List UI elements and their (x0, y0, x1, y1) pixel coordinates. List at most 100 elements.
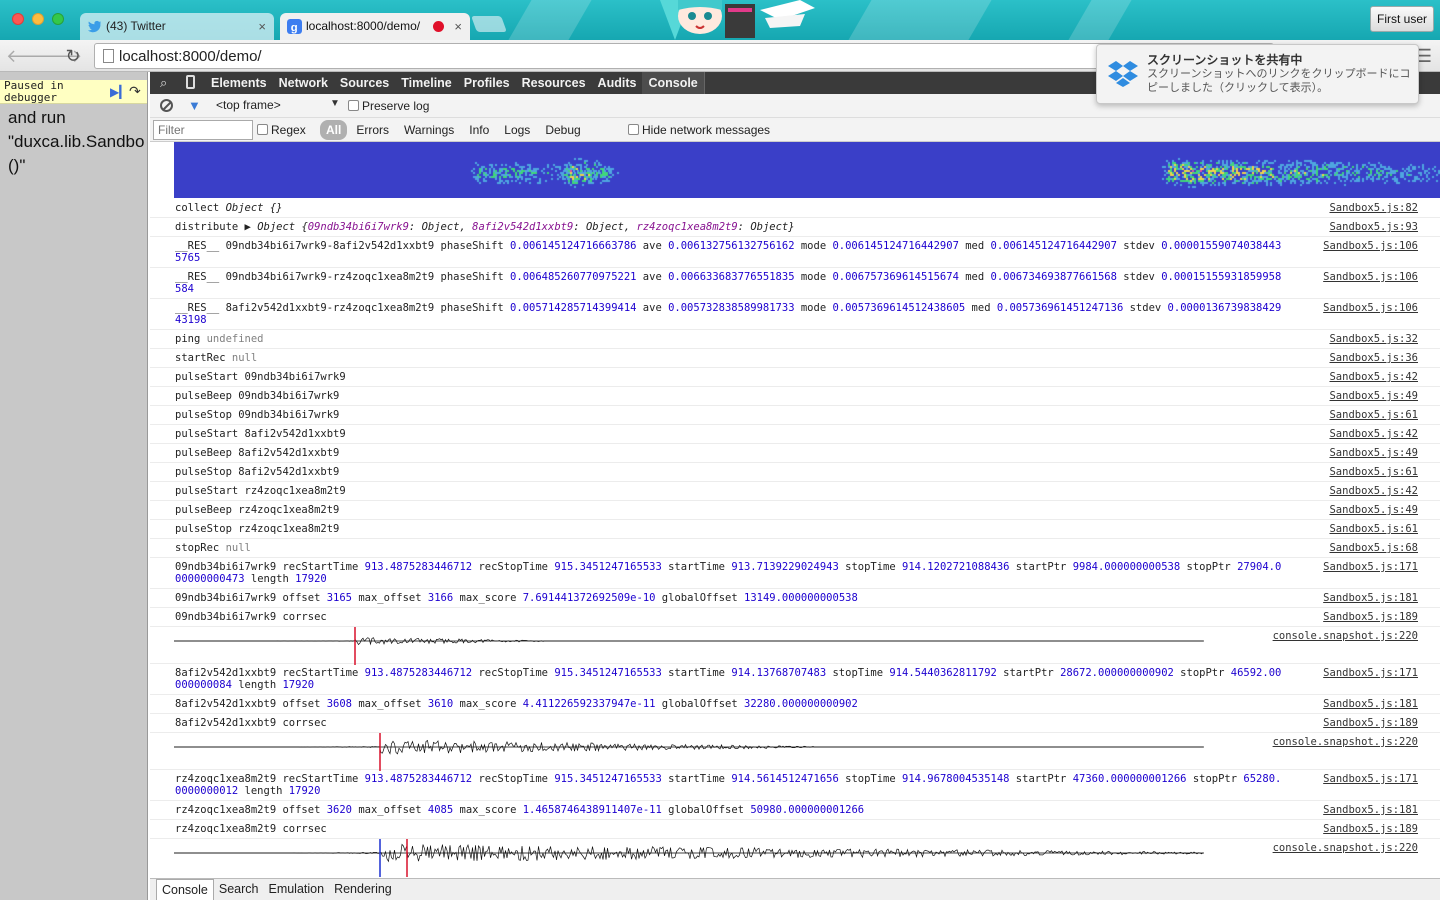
tab-localhost-demo[interactable]: g localhost:8000/demo/ × (280, 13, 470, 40)
source-link[interactable]: Sandbox5.js:49 (1329, 504, 1418, 516)
tab-resources[interactable]: Resources (516, 72, 592, 94)
source-link[interactable]: Sandbox5.js:171 (1323, 773, 1418, 785)
source-link[interactable]: Sandbox5.js:189 (1323, 611, 1418, 623)
source-link[interactable]: console.snapshot.js:220 (1273, 736, 1418, 748)
source-link[interactable]: Sandbox5.js:42 (1329, 371, 1418, 383)
tab-timeline[interactable]: Timeline (395, 72, 457, 94)
source-link[interactable]: Sandbox5.js:106 (1323, 271, 1418, 283)
source-link[interactable]: Sandbox5.js:181 (1323, 804, 1418, 816)
tab-close-icon[interactable]: × (258, 13, 266, 40)
drawer-tab-emulation[interactable]: Emulation (263, 879, 329, 900)
window-titlebar: (43) Twitter × g localhost:8000/demo/ × … (0, 0, 1440, 40)
filter-icon[interactable]: ▼ (188, 98, 201, 113)
url-text[interactable]: localhost:8000/demo/ (119, 48, 262, 65)
source-link[interactable]: Sandbox5.js:189 (1323, 823, 1418, 835)
level-errors[interactable]: Errors (350, 120, 395, 140)
message-part: med (958, 240, 991, 252)
message-part: 915.3451247165533 (554, 561, 662, 573)
source-link[interactable]: Sandbox5.js:93 (1329, 221, 1418, 233)
filter-input[interactable] (153, 120, 253, 140)
resume-icon[interactable]: ▶▎ (110, 85, 128, 99)
reload-icon[interactable]: ↻ (62, 45, 84, 67)
window-zoom-button[interactable] (52, 13, 64, 25)
source-link[interactable]: Sandbox5.js:68 (1329, 542, 1418, 554)
console-row: pulseStop 09ndb34bi6i7wrk9 Sandbox5.js:61 (150, 406, 1440, 425)
source-link[interactable]: Sandbox5.js:189 (1323, 717, 1418, 729)
tab-twitter[interactable]: (43) Twitter × (80, 13, 274, 40)
theme-decoration (848, 0, 992, 40)
message-part: 915.3451247165533 (554, 667, 662, 679)
tab-audits[interactable]: Audits (592, 72, 643, 94)
tab-profiles[interactable]: Profiles (458, 72, 516, 94)
source-link[interactable]: Sandbox5.js:106 (1323, 240, 1418, 252)
theme-character-art (660, 0, 815, 40)
message-part: 17920 (282, 679, 315, 691)
tab-elements[interactable]: Elements (205, 72, 273, 94)
message-part: max_score (453, 592, 523, 604)
drawer-tab-console[interactable]: Console (156, 879, 214, 900)
source-link[interactable]: console.snapshot.js:220 (1273, 842, 1418, 854)
source-link[interactable]: Sandbox5.js:36 (1329, 352, 1418, 364)
level-logs[interactable]: Logs (498, 120, 536, 140)
search-icon[interactable]: ⌕ (160, 75, 167, 91)
console-message: distribute ▶ Object {09ndb34bi6i7wrk9: O… (175, 221, 1285, 233)
hide-network-checkbox[interactable]: Hide network messages (628, 123, 770, 137)
source-link[interactable]: Sandbox5.js:61 (1329, 523, 1418, 535)
window-minimize-button[interactable] (32, 13, 44, 25)
forward-arrow-icon[interactable]: 🡒 (34, 45, 82, 67)
source-link[interactable]: Sandbox5.js:82 (1329, 202, 1418, 214)
console-row: 8afi2v542d1xxbt9 recStartTime 913.487528… (150, 664, 1440, 695)
source-link[interactable]: Sandbox5.js:181 (1323, 698, 1418, 710)
source-link[interactable]: Sandbox5.js:32 (1329, 333, 1418, 345)
clear-console-icon[interactable] (160, 99, 173, 112)
message-part: mode (794, 271, 833, 283)
step-over-icon[interactable]: ↷ (129, 83, 141, 100)
console-message: 09ndb34bi6i7wrk9 offset 3165 max_offset … (175, 592, 1285, 604)
preserve-log-checkbox[interactable]: Preserve log (348, 99, 429, 113)
drawer-tab-search[interactable]: Search (214, 879, 264, 900)
window-close-button[interactable] (12, 13, 24, 25)
tab-network[interactable]: Network (273, 72, 334, 94)
level-info[interactable]: Info (463, 120, 495, 140)
console-row: __RES__ 8afi2v542d1xxbt9-rz4zoqc1xea8m2t… (150, 299, 1440, 330)
back-arrow-icon[interactable]: 🡐 (6, 45, 54, 67)
source-link[interactable]: Sandbox5.js:171 (1323, 561, 1418, 573)
console-row: 09ndb34bi6i7wrk9 offset 3165 max_offset … (150, 589, 1440, 608)
profile-button[interactable]: First user (1369, 6, 1434, 32)
level-warnings[interactable]: Warnings (398, 120, 460, 140)
chevron-down-icon[interactable]: ▼ (330, 98, 340, 109)
source-link[interactable]: Sandbox5.js:42 (1329, 428, 1418, 440)
message-part: pulseBeep 8afi2v542d1xxbt9 (175, 447, 340, 459)
checkbox-icon[interactable] (257, 124, 268, 135)
checkbox-icon[interactable] (348, 100, 359, 111)
message-part: startPtr (996, 667, 1061, 679)
source-link[interactable]: Sandbox5.js:61 (1329, 409, 1418, 421)
source-link[interactable]: Sandbox5.js:171 (1323, 667, 1418, 679)
source-link[interactable]: console.snapshot.js:220 (1273, 630, 1418, 642)
page-viewport: Paused in debugger ▶▎ ↷ and run "duxca.l… (0, 72, 148, 900)
message-part: 9984.000000000538 (1072, 561, 1181, 573)
drawer-tab-rendering[interactable]: Rendering (329, 879, 397, 900)
source-link[interactable]: Sandbox5.js:61 (1329, 466, 1418, 478)
frame-select[interactable]: <top frame> (216, 98, 281, 112)
source-link[interactable]: Sandbox5.js:42 (1329, 485, 1418, 497)
device-mode-icon[interactable] (186, 75, 195, 89)
checkbox-icon[interactable] (628, 124, 639, 135)
message-part: 914.5614512471656 (731, 773, 839, 785)
source-link[interactable]: Sandbox5.js:181 (1323, 592, 1418, 604)
tab-close-icon[interactable]: × (454, 13, 462, 40)
level-all[interactable]: All (320, 120, 348, 140)
level-debug[interactable]: Debug (539, 120, 586, 140)
regex-checkbox[interactable]: Regex (257, 123, 306, 137)
console-message: 8afi2v542d1xxbt9 offset 3608 max_offset … (175, 698, 1285, 710)
source-link[interactable]: Sandbox5.js:49 (1329, 390, 1418, 402)
message-part: globalOffset (655, 698, 744, 710)
source-link[interactable]: Sandbox5.js:106 (1323, 302, 1418, 314)
tab-sources[interactable]: Sources (334, 72, 395, 94)
message-part: stopTime (838, 773, 903, 785)
tab-console[interactable]: Console (642, 72, 705, 94)
dropbox-notification[interactable]: スクリーンショットを共有中 スクリーンショットへのリンクをクリップボードにコピー… (1096, 44, 1419, 104)
paused-in-debugger-bar: Paused in debugger ▶▎ ↷ (0, 80, 147, 104)
source-link[interactable]: Sandbox5.js:49 (1329, 447, 1418, 459)
new-tab-button[interactable] (471, 16, 507, 32)
